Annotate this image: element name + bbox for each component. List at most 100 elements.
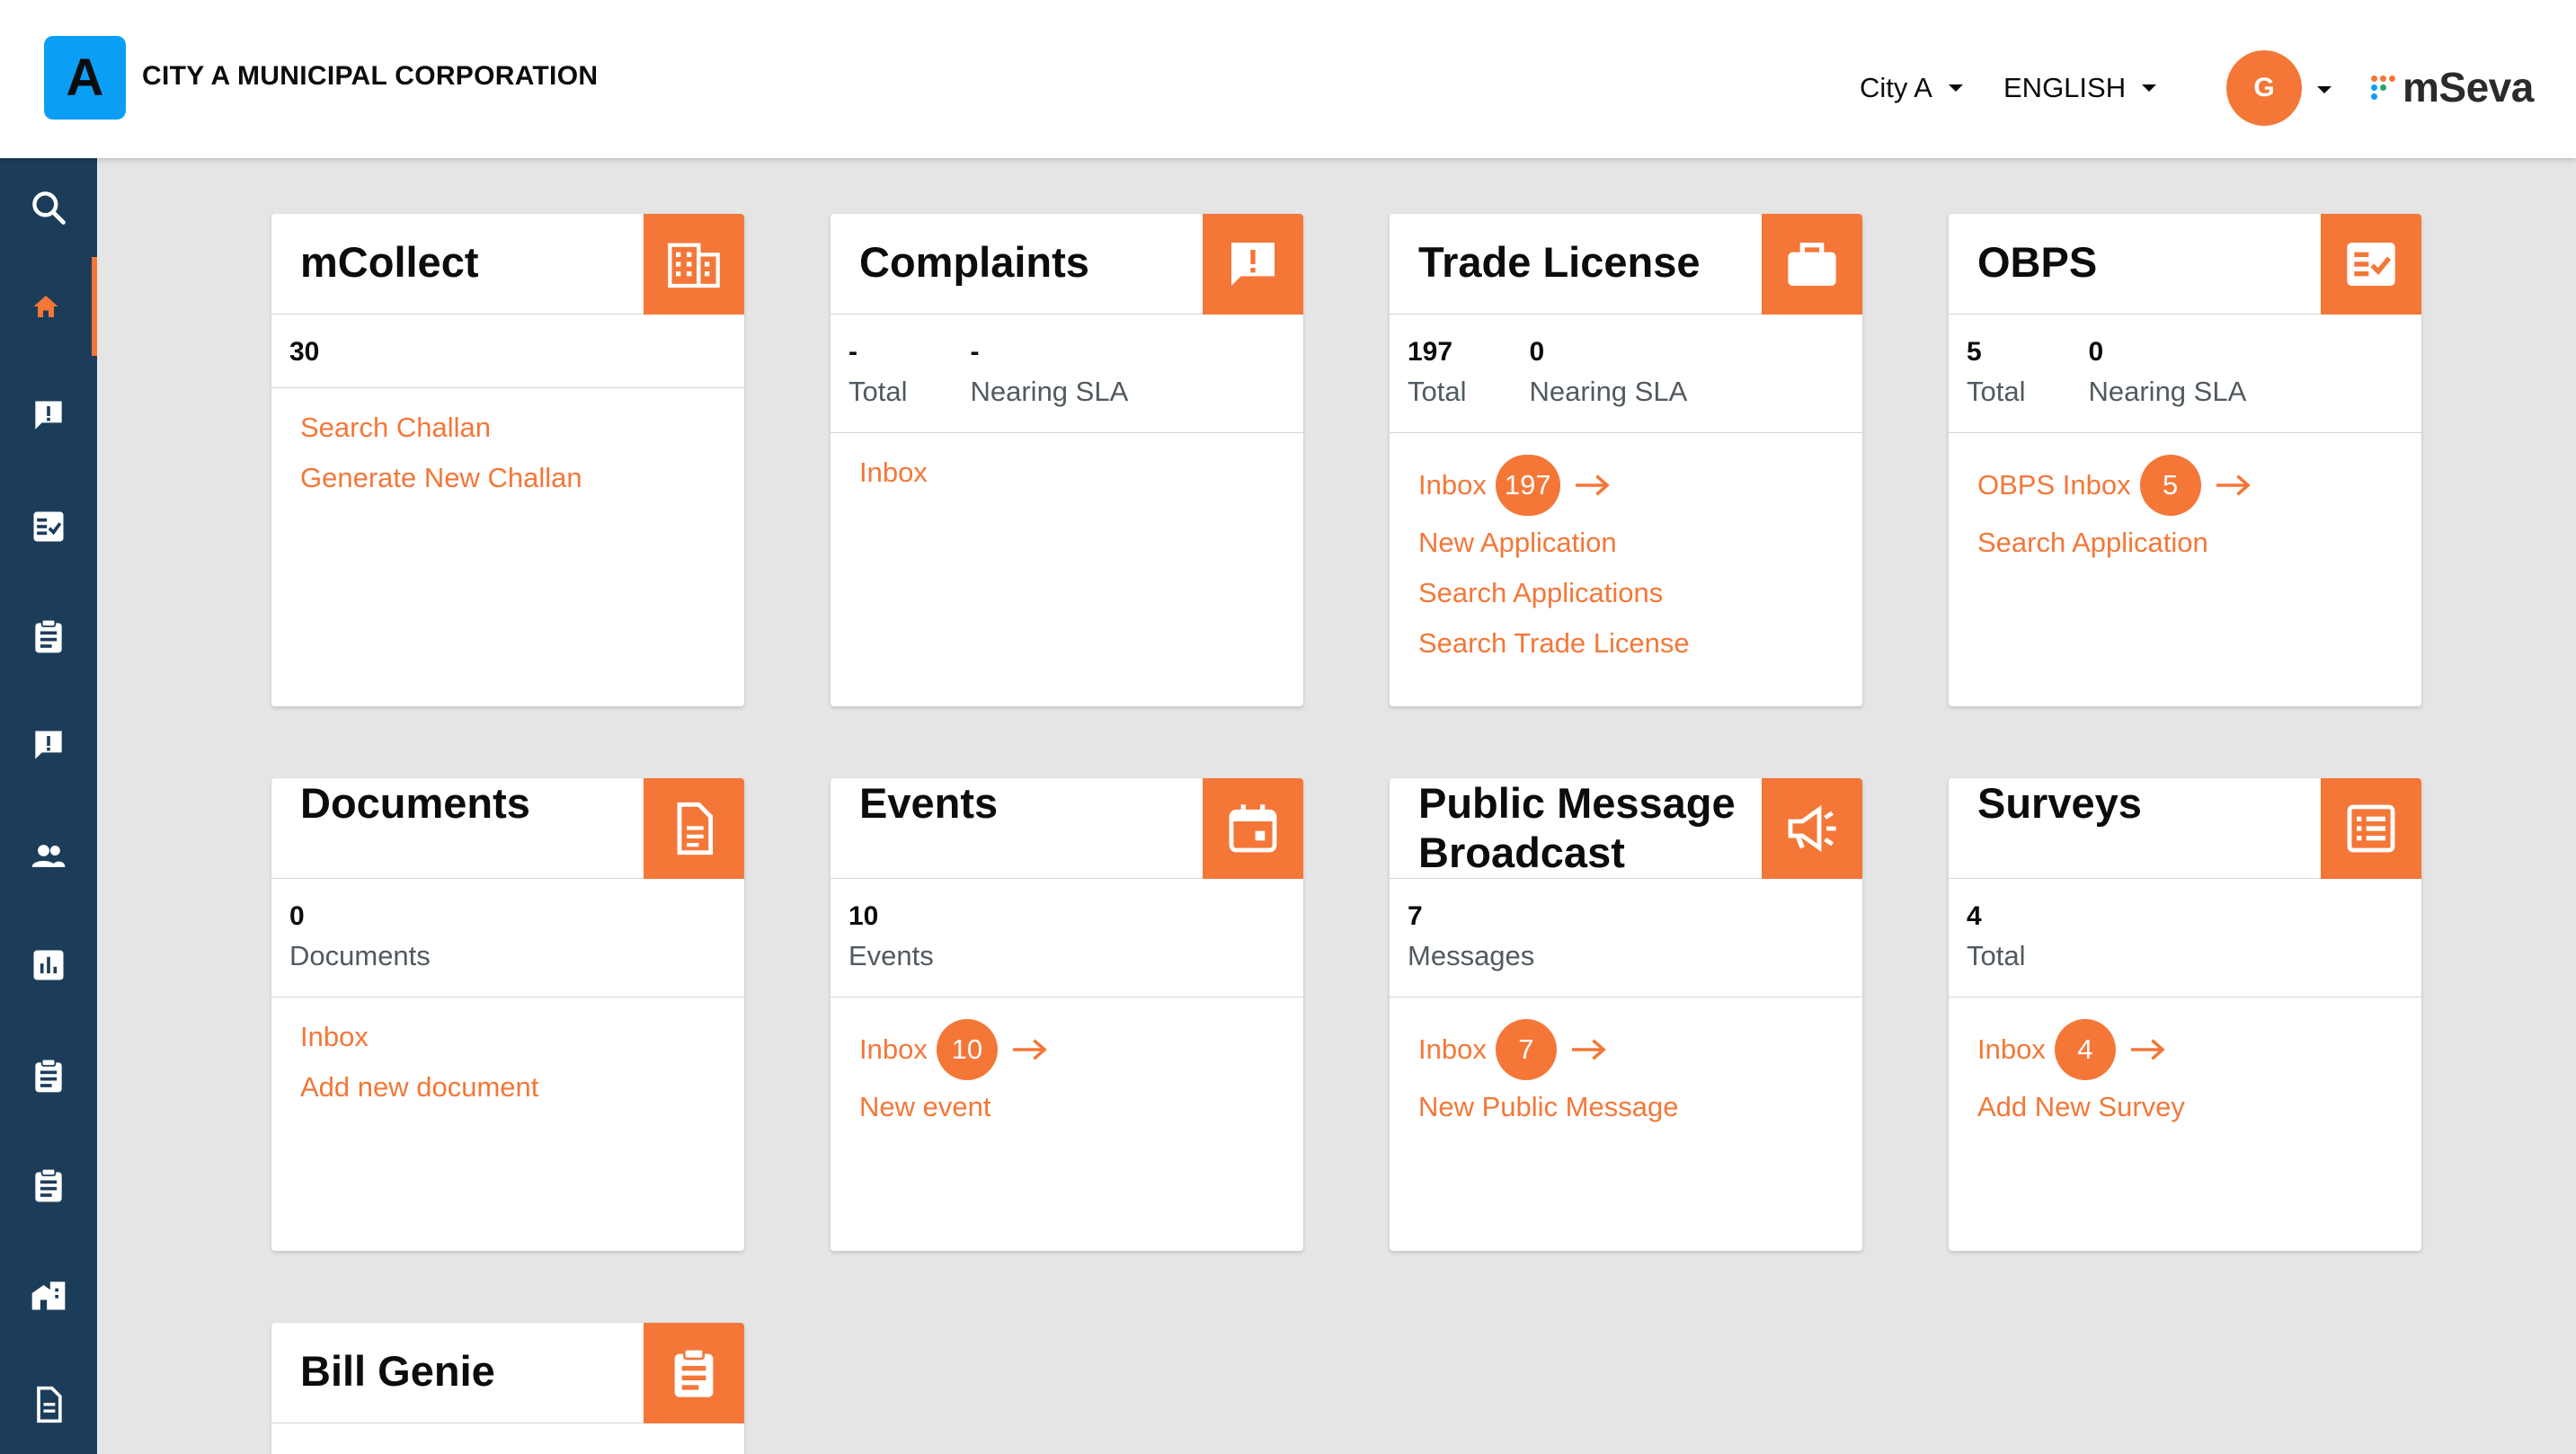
card-documents: Documents 0 Documents Inbox Add new docum… bbox=[271, 778, 744, 1251]
sidebar-item-trade-license[interactable] bbox=[0, 587, 97, 686]
card-title: Complaints bbox=[859, 238, 1089, 286]
sidebar-item-clipboard-2[interactable] bbox=[0, 1136, 97, 1235]
trade-license-sla: 0 bbox=[1529, 337, 1545, 367]
search-applications-link[interactable]: Search Applications bbox=[1418, 568, 1834, 618]
card-title: Trade License bbox=[1418, 238, 1701, 286]
new-event-link[interactable]: New event bbox=[859, 1082, 1275, 1132]
arrow-right-icon bbox=[2130, 1039, 2165, 1060]
sidebar-item-property[interactable] bbox=[0, 1246, 97, 1344]
sidebar-item-messages[interactable] bbox=[0, 696, 97, 795]
inbox-label: Inbox bbox=[1418, 469, 1487, 501]
arrow-right-icon bbox=[1571, 1039, 1606, 1060]
obps-sla: 0 bbox=[2088, 337, 2104, 367]
sla-label: Nearing SLA bbox=[970, 376, 1129, 407]
trade-license-inbox-link[interactable]: Inbox 197 bbox=[1418, 453, 1834, 518]
inbox-count-badge: 5 bbox=[2139, 455, 2201, 516]
sidebar-item-documents[interactable] bbox=[0, 1355, 97, 1454]
events-inbox-link[interactable]: Inbox 10 bbox=[859, 1017, 1275, 1082]
sidebar-item-obps[interactable] bbox=[0, 477, 97, 576]
city-logo[interactable]: A bbox=[44, 36, 126, 120]
bar-chart-icon bbox=[33, 950, 64, 980]
search-trade-license-link[interactable]: Search Trade License bbox=[1418, 618, 1834, 669]
sla-label: Nearing SLA bbox=[2088, 376, 2247, 407]
card-events: Events 10 Events Inbox 10 New event bbox=[831, 778, 1303, 1251]
building-icon bbox=[31, 1281, 66, 1310]
search-challan-link[interactable]: Search Challan bbox=[300, 403, 715, 453]
card-title: Documents bbox=[300, 779, 530, 827]
add-new-survey-link[interactable]: Add New Survey bbox=[1977, 1082, 2393, 1132]
total-label: Total bbox=[1408, 376, 1467, 407]
card-title: Public Message Broadcast bbox=[1418, 779, 1736, 876]
document-icon bbox=[37, 1386, 62, 1423]
language-dropdown-label: ENGLISH bbox=[2003, 72, 2127, 103]
documents-inbox-link[interactable]: Inbox bbox=[300, 1012, 715, 1062]
checklist-icon bbox=[2347, 243, 2395, 286]
card-public-message-broadcast: Public Message Broadcast 7 Messages Inbox… bbox=[1390, 778, 1862, 1251]
alert-message-icon bbox=[35, 731, 62, 759]
mcollect-total: 30 bbox=[289, 337, 320, 367]
card-title: OBPS bbox=[1977, 238, 2098, 286]
broadcast-total: 7 bbox=[1408, 901, 1423, 931]
people-icon bbox=[31, 845, 66, 867]
new-public-message-link[interactable]: New Public Message bbox=[1418, 1082, 1834, 1132]
card-title: Bill Genie bbox=[300, 1347, 495, 1395]
megaphone-icon bbox=[1788, 805, 1836, 852]
search-icon bbox=[32, 191, 66, 225]
card-complaints: Complaints - Total - Nearing SLA Inbox bbox=[831, 214, 1303, 706]
surveys-inbox-link[interactable]: Inbox 4 bbox=[1977, 1017, 2393, 1082]
inbox-count-badge: 4 bbox=[2054, 1019, 2116, 1080]
inbox-label: Inbox bbox=[859, 1033, 928, 1065]
messages-label: Messages bbox=[1408, 940, 1535, 971]
sidebar-item-reports[interactable] bbox=[0, 916, 97, 1015]
clipboard-icon bbox=[35, 1058, 62, 1093]
arrow-right-icon bbox=[2216, 474, 2251, 496]
events-total: 10 bbox=[848, 901, 879, 931]
building-icon bbox=[668, 243, 720, 288]
card-title: Surveys bbox=[1977, 779, 2142, 827]
sidebar-item-complaints[interactable] bbox=[0, 367, 97, 465]
sla-label: Nearing SLA bbox=[1529, 376, 1688, 407]
inbox-label: OBPS Inbox bbox=[1977, 469, 2131, 501]
brand-name: mSeva bbox=[2403, 64, 2534, 111]
language-dropdown[interactable]: ENGLISH bbox=[2003, 72, 2157, 104]
obps-inbox-link[interactable]: OBPS Inbox 5 bbox=[1977, 453, 2393, 518]
documents-total: 0 bbox=[289, 901, 305, 931]
inbox-count-badge: 10 bbox=[936, 1019, 998, 1080]
inbox-label: Inbox bbox=[1418, 1033, 1487, 1065]
inbox-count-badge: 7 bbox=[1495, 1019, 1557, 1080]
events-label: Events bbox=[848, 940, 934, 971]
calendar-icon bbox=[1229, 804, 1277, 853]
add-new-document-link[interactable]: Add new document bbox=[300, 1062, 715, 1113]
obps-total: 5 bbox=[1967, 337, 1982, 367]
sidebar-item-home[interactable] bbox=[0, 257, 97, 356]
list-icon bbox=[2347, 804, 2395, 853]
complaint-icon bbox=[35, 401, 62, 430]
clipboard-icon bbox=[674, 1348, 714, 1397]
city-dropdown[interactable]: City A bbox=[1860, 72, 1963, 104]
generate-new-challan-link[interactable]: Generate New Challan bbox=[300, 453, 715, 503]
clipboard-icon bbox=[35, 618, 62, 653]
broadcast-inbox-link[interactable]: Inbox 7 bbox=[1418, 1017, 1834, 1082]
card-surveys: Surveys 4 Total Inbox 4 Add New Survey bbox=[1949, 778, 2421, 1251]
top-header: A CITY A MUNICIPAL CORPORATION City A EN… bbox=[0, 0, 2576, 158]
chevron-down-icon bbox=[2142, 84, 2157, 92]
sidebar-item-users[interactable] bbox=[0, 806, 97, 905]
chevron-down-icon[interactable] bbox=[2317, 86, 2332, 93]
complaints-total: - bbox=[848, 337, 857, 367]
card-bill-genie: Bill Genie bbox=[271, 1323, 744, 1454]
user-avatar[interactable]: G bbox=[2226, 50, 2302, 126]
complaints-inbox-link[interactable]: Inbox bbox=[859, 448, 1275, 498]
documents-label: Documents bbox=[289, 940, 431, 971]
home-icon bbox=[33, 296, 58, 317]
sidebar-item-clipboard-1[interactable] bbox=[0, 1026, 97, 1125]
sidebar-item-search[interactable] bbox=[0, 158, 97, 257]
total-label: Total bbox=[1967, 376, 2026, 407]
total-label: Total bbox=[1967, 940, 2026, 971]
card-obps: OBPS 5 Total 0 Nearing SLA OBPS Inbox 5 Se… bbox=[1949, 214, 2421, 706]
sidebar bbox=[0, 158, 97, 1454]
search-application-link[interactable]: Search Application bbox=[1977, 518, 2393, 568]
new-application-link[interactable]: New Application bbox=[1418, 518, 1834, 568]
card-trade-license: Trade License 197 Total 0 Nearing SLA Inbo… bbox=[1390, 214, 1862, 706]
inbox-count-badge: 197 bbox=[1495, 455, 1560, 516]
inbox-label: Inbox bbox=[1977, 1033, 2046, 1065]
